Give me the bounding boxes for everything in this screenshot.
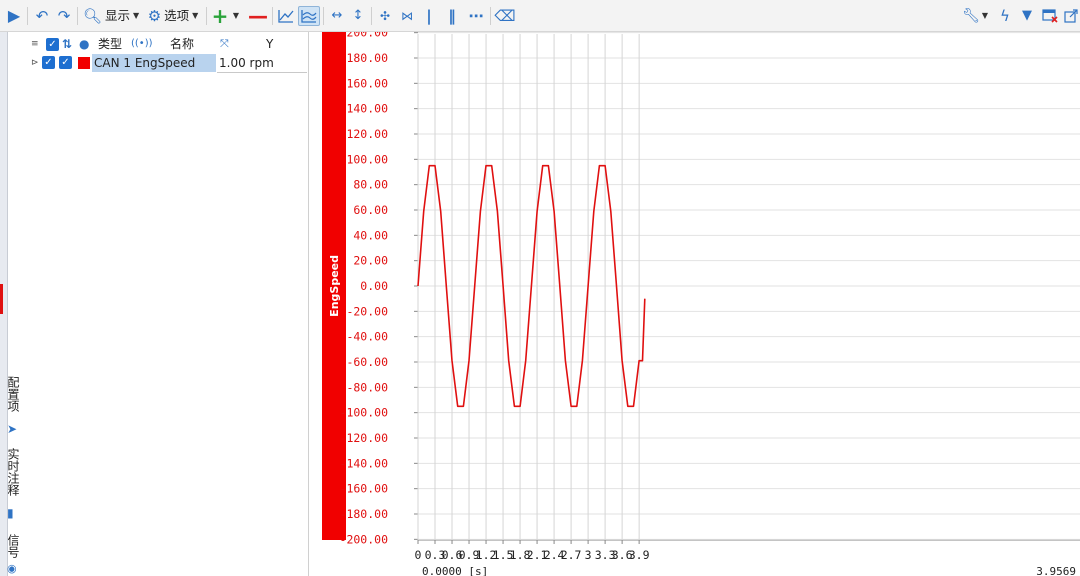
left-vertical-tabs: 配置项 ➤ 实时注释 ▮ 信号 ◉ bbox=[2, 370, 24, 576]
chevron-down-icon[interactable]: ▼ bbox=[231, 6, 241, 26]
signal-name: CAN 1 EngSpeed bbox=[94, 56, 196, 70]
cursor-expand-icon[interactable]: ✣ bbox=[375, 6, 395, 26]
signal-value: 1.00 rpm bbox=[219, 56, 274, 70]
fit-horizontal-icon[interactable]: ↔ bbox=[327, 6, 347, 26]
column-menu-icon[interactable]: ≡ bbox=[31, 35, 39, 53]
toolbar-separator bbox=[27, 7, 28, 25]
x-tick-label: 3.9 bbox=[629, 548, 650, 562]
x-tick-label: 3 bbox=[585, 548, 592, 562]
wrench-icon[interactable]: 🔧︎ bbox=[962, 6, 980, 26]
select-all-checkbox[interactable]: ✓ bbox=[46, 38, 59, 51]
table-row[interactable]: ⊳ ✓ ✓ CAN 1 EngSpeed 1.00 rpm bbox=[26, 54, 308, 73]
row-checkbox[interactable]: ✓ bbox=[42, 56, 55, 69]
lightning-icon[interactable]: ϟ bbox=[996, 6, 1014, 26]
options-dropdown[interactable]: ⚙ 选项 ▼ bbox=[144, 6, 202, 26]
toolbar-separator bbox=[323, 7, 324, 25]
y-tick-label: -180.00 bbox=[340, 507, 389, 521]
signal-color-swatch[interactable] bbox=[78, 57, 90, 69]
pin-icon[interactable]: ➤ bbox=[7, 422, 17, 436]
undo-icon[interactable]: ↶ bbox=[32, 6, 52, 26]
column-type[interactable]: 类型 bbox=[98, 35, 122, 53]
sort-icon[interactable]: ⇅ bbox=[62, 35, 72, 53]
export-icon[interactable] bbox=[1062, 6, 1080, 26]
broadcast-icon[interactable]: ((•)) bbox=[131, 35, 153, 53]
y-tick-label: 200.00 bbox=[346, 32, 388, 40]
y-tick-label: -80.00 bbox=[346, 380, 388, 394]
signal-value-cell: 1.00 rpm bbox=[217, 54, 307, 73]
signal-table-header: ≡ ✓ ⇅ ● 类型 ((•)) 名称 ⤧ Y bbox=[26, 35, 308, 55]
cursor-collapse-icon[interactable]: ⋈ bbox=[397, 6, 417, 26]
y-tick-label: -20.00 bbox=[346, 304, 388, 318]
row-visible-checkbox[interactable]: ✓ bbox=[59, 56, 72, 69]
y-tick-label: 0.00 bbox=[360, 279, 388, 293]
edge-marker bbox=[0, 284, 3, 314]
gear-icon: ⚙ bbox=[147, 7, 162, 25]
bookmark-icon[interactable]: ▮ bbox=[7, 506, 14, 520]
y-tick-label: -40.00 bbox=[346, 330, 388, 344]
tab-signal[interactable]: 信号 bbox=[5, 534, 22, 558]
toolbar: ▶ ↶ ↷ 🔍︎ 显示 ▼ ⚙ 选项 ▼ + ▼ — ↔ ↕ ✣ ⋈ | ‖ ⋯… bbox=[0, 0, 1080, 32]
y-tick-label: -120.00 bbox=[340, 431, 389, 445]
y-tick-label: 180.00 bbox=[346, 51, 388, 65]
y-tick-label: 60.00 bbox=[353, 203, 388, 217]
palette-icon[interactable]: ● bbox=[79, 35, 89, 53]
y-tick-label: -160.00 bbox=[340, 482, 389, 496]
toolbar-separator bbox=[490, 7, 491, 25]
y-tick-label: 100.00 bbox=[346, 152, 388, 166]
more-icon[interactable]: ⋯ bbox=[466, 6, 486, 26]
tab-config[interactable]: 配置项 bbox=[5, 376, 22, 412]
chevron-down-icon: ▼ bbox=[192, 11, 199, 20]
close-window-icon[interactable] bbox=[1040, 6, 1060, 26]
signal-icon[interactable]: ◉ bbox=[7, 562, 17, 575]
remove-icon[interactable]: — bbox=[247, 6, 269, 26]
tab-annotation[interactable]: 实时注释 bbox=[5, 448, 22, 496]
line-chart-icon[interactable] bbox=[275, 6, 297, 26]
fit-vertical-icon[interactable]: ↕ bbox=[348, 6, 368, 26]
eraser-icon[interactable]: ⌫ bbox=[494, 6, 516, 26]
toolbar-separator bbox=[272, 7, 273, 25]
row-expander-icon[interactable]: ⊳ bbox=[31, 54, 39, 72]
double-cursor-icon[interactable]: ‖ bbox=[442, 6, 462, 26]
toolbar-separator bbox=[77, 7, 78, 25]
y-tick-label: 20.00 bbox=[353, 254, 388, 268]
x-tick-label: 0 bbox=[415, 548, 422, 562]
plot-area[interactable]: EngSpeed 200.00 180.00 160.00 140.00 120.00 1… bbox=[308, 32, 1080, 576]
x-end-label: 3.9569 bbox=[1036, 565, 1076, 576]
signal-name-cell[interactable]: CAN 1 EngSpeed bbox=[92, 54, 216, 72]
single-cursor-icon[interactable]: | bbox=[420, 6, 438, 26]
y-tick-label: 40.00 bbox=[353, 228, 388, 242]
toolbar-separator bbox=[371, 7, 372, 25]
filter-icon[interactable]: ▼ bbox=[1018, 6, 1036, 26]
chevron-down-icon: ▼ bbox=[132, 11, 140, 20]
y-tick-label: 160.00 bbox=[346, 76, 388, 90]
scatter-icon[interactable]: ⤧ bbox=[220, 35, 229, 53]
column-y[interactable]: Y bbox=[266, 35, 273, 53]
x-tick-label: 2.7 bbox=[561, 548, 582, 562]
y-tick-label: 140.00 bbox=[346, 102, 388, 116]
chart-svg[interactable]: 200.00 180.00 160.00 140.00 120.00 100.00 80.0… bbox=[308, 32, 1080, 576]
chevron-down-icon[interactable]: ▼ bbox=[980, 6, 990, 26]
column-name[interactable]: 名称 bbox=[170, 35, 194, 53]
magnifier-icon: 🔍︎ bbox=[82, 7, 102, 25]
display-dropdown[interactable]: 🔍︎ 显示 ▼ bbox=[82, 6, 140, 26]
x-start-label: 0.0000 [s] bbox=[422, 565, 488, 576]
y-tick-label: 80.00 bbox=[353, 178, 388, 192]
y-tick-label: -60.00 bbox=[346, 355, 388, 369]
redo-icon[interactable]: ↷ bbox=[54, 6, 74, 26]
add-icon[interactable]: + bbox=[210, 6, 230, 26]
signal-panel: ≡ ✓ ⇅ ● 类型 ((•)) 名称 ⤧ Y ⊳ ✓ ✓ CAN 1 EngS… bbox=[26, 32, 309, 576]
y-tick-label: -140.00 bbox=[340, 456, 389, 470]
toolbar-separator bbox=[206, 7, 207, 25]
play-icon[interactable]: ▶ bbox=[4, 6, 24, 26]
y-tick-label: -200.00 bbox=[340, 532, 389, 546]
y-tick-label: -100.00 bbox=[340, 406, 389, 420]
y-tick-label: 120.00 bbox=[346, 127, 388, 141]
multi-line-chart-icon[interactable] bbox=[298, 6, 320, 26]
